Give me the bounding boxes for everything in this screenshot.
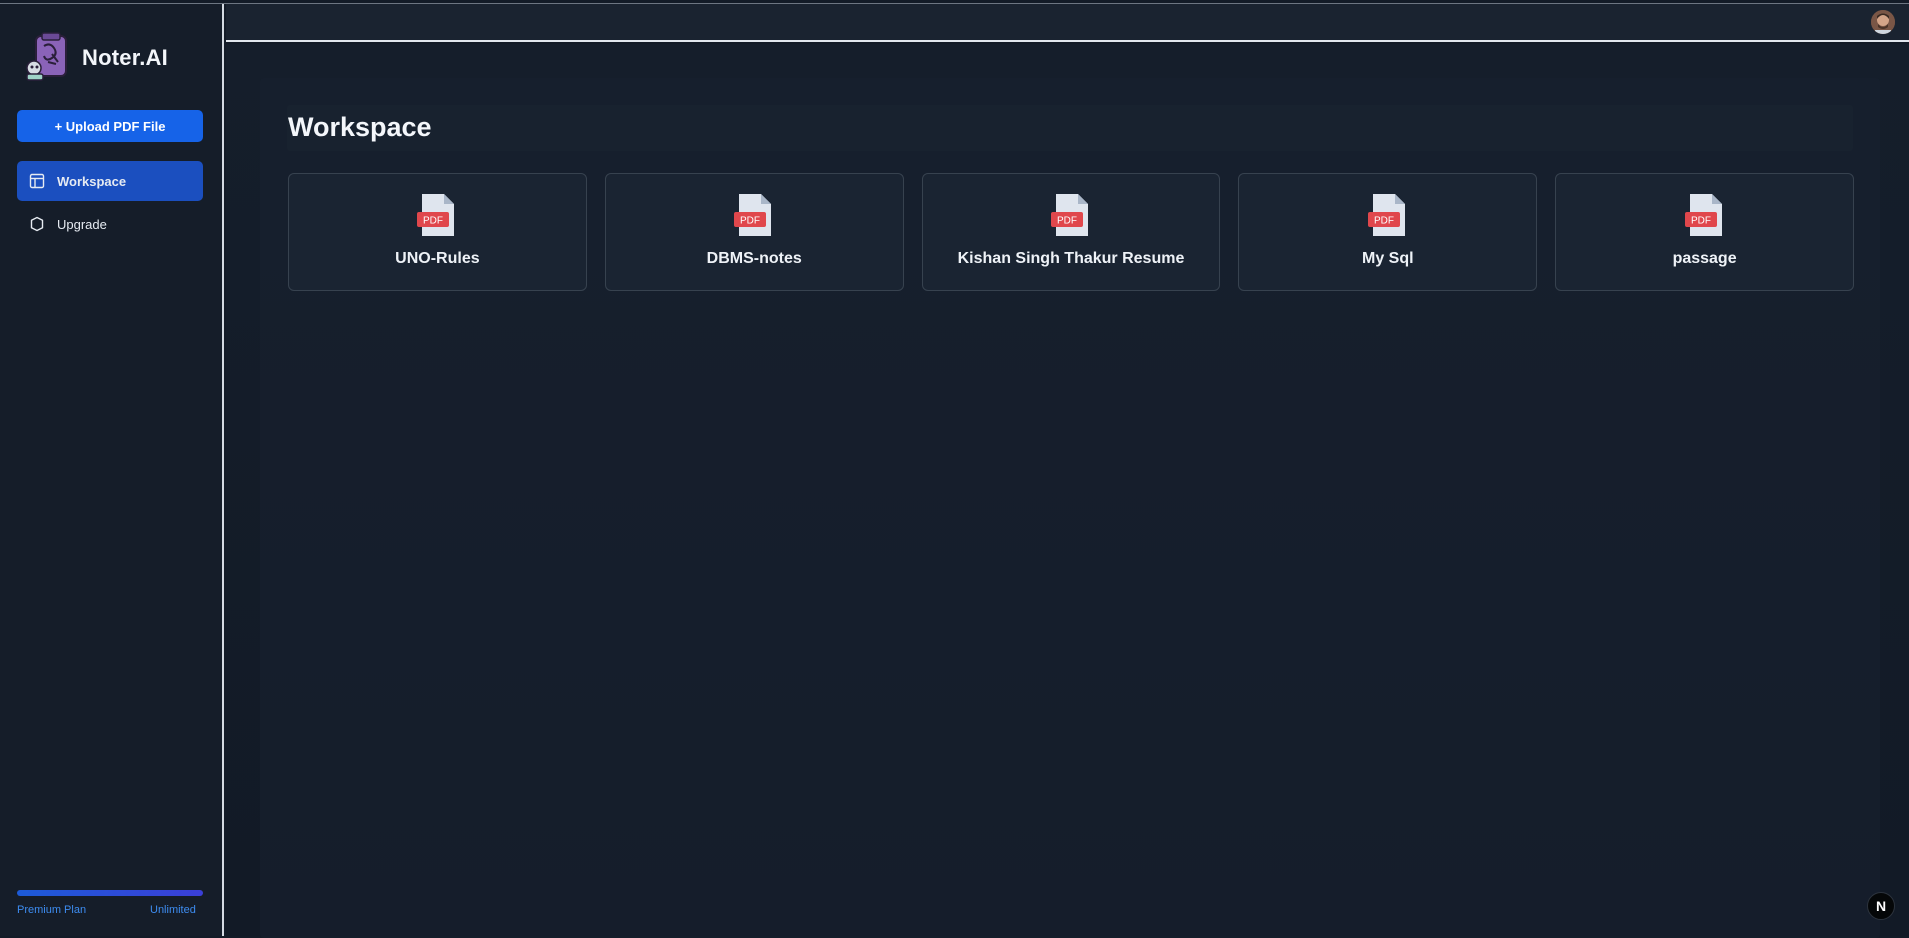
sidebar-item-label: Upgrade	[57, 216, 107, 232]
file-name: Kishan Singh Thakur Resume	[957, 250, 1185, 267]
page-title: Workspace	[288, 112, 432, 142]
sidebar-item-upgrade[interactable]: Upgrade	[17, 204, 203, 244]
file-name: My Sql	[1362, 250, 1414, 267]
top-header	[226, 4, 1909, 42]
file-card-passage[interactable]: PDF passage	[1555, 173, 1854, 291]
plan-limit: Unlimited	[150, 904, 196, 916]
file-name: DBMS-notes	[706, 250, 802, 267]
file-card-uno-rules[interactable]: PDF UNO-Rules	[288, 173, 587, 291]
file-name: passage	[1672, 250, 1737, 267]
pdf-file-icon: PDF	[1684, 194, 1722, 236]
pdf-badge-label: PDF	[1374, 216, 1394, 227]
plan-name: Premium Plan	[17, 904, 87, 916]
pdf-file-icon: PDF	[1367, 194, 1405, 236]
pdf-badge-label: PDF	[1691, 216, 1711, 227]
plan-usage-fill	[17, 890, 203, 896]
pdf-file-icon: PDF	[734, 194, 772, 236]
app-name: Noter.AI	[82, 45, 168, 70]
layout-icon	[29, 173, 45, 189]
sidebar: Noter.AI + Upload PDF File Workspace Upg…	[0, 4, 224, 936]
file-card-dbms-notes[interactable]: PDF DBMS-notes	[604, 173, 904, 291]
title-bar	[287, 105, 1853, 151]
pdf-file-icon: PDF	[1050, 194, 1088, 236]
pdf-badge-label: PDF	[1057, 216, 1077, 227]
file-card-my-sql[interactable]: PDF My Sql	[1238, 173, 1538, 291]
user-photo-icon	[1871, 10, 1895, 34]
pdf-file-icon: PDF	[417, 194, 455, 236]
shield-icon	[29, 216, 45, 232]
user-avatar[interactable]	[1871, 10, 1895, 34]
plan-usage-bar	[17, 890, 203, 896]
brand[interactable]: Noter.AI	[22, 32, 168, 84]
upload-pdf-button[interactable]: + Upload PDF File	[17, 110, 203, 142]
file-grid: PDF UNO-Rules PDF DBMS-notes PDF Kishan …	[288, 173, 1854, 293]
file-name: UNO-Rules	[395, 250, 480, 267]
pdf-badge-label: PDF	[423, 216, 443, 227]
main-content: Workspace PDF UNO-Rules PDF DBMS-notes P…	[226, 44, 1909, 938]
sidebar-item-label: Workspace	[57, 173, 127, 189]
dev-tools-badge[interactable]: N	[1867, 892, 1895, 920]
sidebar-item-workspace[interactable]: Workspace	[17, 161, 203, 201]
file-card-resume[interactable]: PDF Kishan Singh Thakur Resume	[921, 173, 1221, 291]
pdf-badge-label: PDF	[740, 216, 760, 227]
noter-logo-icon	[26, 32, 67, 81]
